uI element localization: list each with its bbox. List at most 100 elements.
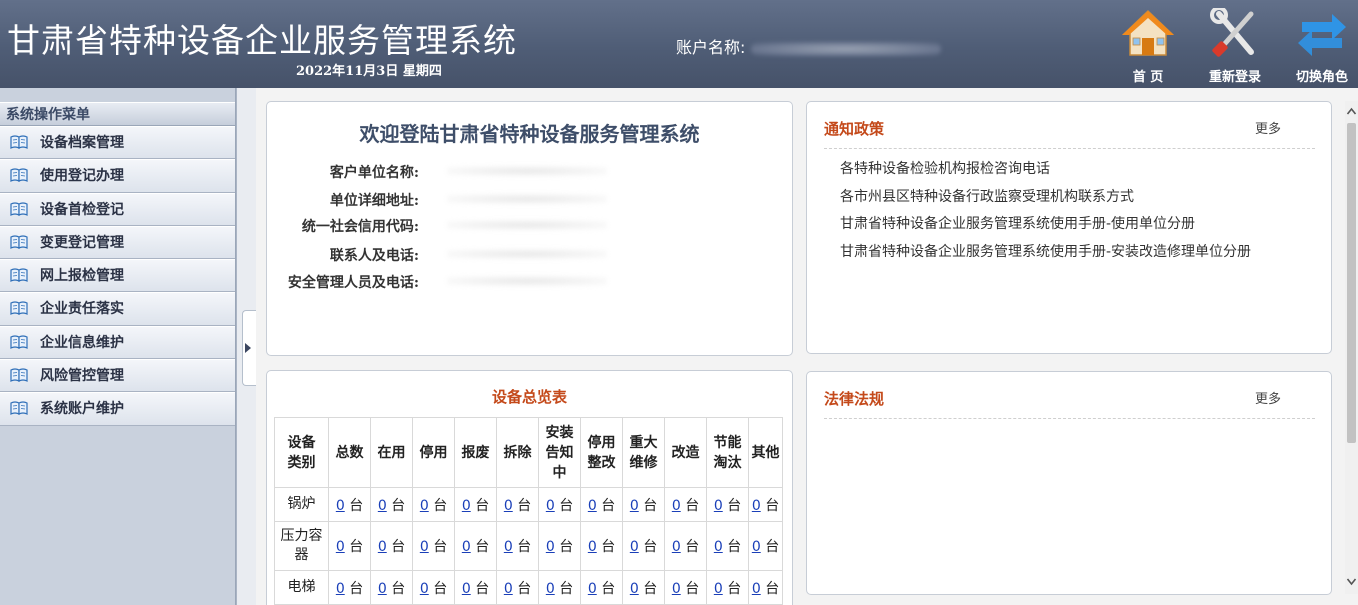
unit-label: 台 [475, 539, 490, 555]
customer-name-label: 客户单位名称: [329, 165, 419, 181]
book-icon [10, 168, 28, 183]
equipment-count-link[interactable]: 0 [752, 581, 761, 597]
equipment-count-link[interactable]: 0 [630, 539, 639, 555]
equipment-count-link[interactable]: 0 [546, 498, 555, 514]
equipment-count-cell: 0 台 [454, 570, 497, 605]
scroll-down-icon[interactable] [1346, 574, 1357, 588]
equipment-count-cell: 0 台 [706, 521, 749, 571]
table-row: 压力容器 0 台0 台0 台0 台0 台0 台0 台0 台0 台0 台0 台 [274, 521, 783, 571]
table-header-cell: 拆除 [496, 417, 539, 488]
equipment-count-link[interactable]: 0 [714, 581, 723, 597]
sidebar-menu-item[interactable]: 设备首检登记 [0, 192, 235, 226]
home-icon [1122, 9, 1174, 56]
sidebar-menu-item[interactable]: 系统账户维护 [0, 392, 235, 426]
equipment-count-cell: 0 台 [748, 521, 783, 571]
equipment-count-cell: 0 台 [412, 570, 455, 605]
equipment-count-link[interactable]: 0 [752, 498, 761, 514]
unit-label: 台 [349, 580, 364, 597]
law-more-link[interactable]: 更多 [1255, 388, 1281, 407]
equipment-count-cell: 0 台 [580, 521, 623, 571]
app-header: 甘肃省特种设备企业服务管理系统 2022年11月3日 星期四 账户名称: 首 页… [0, 0, 1358, 88]
unit-label: 台 [517, 539, 532, 555]
page-scrollbar[interactable] [1345, 101, 1358, 594]
equipment-count-link[interactable]: 0 [420, 539, 429, 555]
table-header-cell: 改造 [664, 417, 707, 488]
equipment-count-link[interactable]: 0 [378, 581, 387, 597]
sidebar-menu-item[interactable]: 设备档案管理 [0, 126, 235, 160]
equipment-count-cell: 0 台 [706, 487, 749, 522]
equipment-count-link[interactable]: 0 [672, 498, 681, 514]
equipment-count-link[interactable]: 0 [546, 581, 555, 597]
equipment-count-link[interactable]: 0 [420, 498, 429, 514]
equipment-count-link[interactable]: 0 [504, 539, 513, 555]
address-label: 单位详细地址: [329, 193, 419, 209]
equipment-count-link[interactable]: 0 [504, 581, 513, 597]
table-header-cell: 报废 [454, 417, 497, 488]
notice-item[interactable]: 各市州县区特种设备行政监察受理机构联系方式 [840, 188, 1251, 216]
equipment-count-link[interactable]: 0 [336, 498, 345, 514]
safety-manager-value-redacted [447, 276, 607, 286]
equipment-count-link[interactable]: 0 [714, 539, 723, 555]
divider [824, 418, 1315, 419]
equipment-count-cell: 0 台 [748, 487, 783, 522]
equipment-count-link[interactable]: 0 [420, 581, 429, 597]
notice-item[interactable]: 各特种设备检验机构报检咨询电话 [840, 160, 1251, 188]
equipment-count-cell: 0 台 [622, 487, 665, 522]
unit-label: 台 [727, 539, 742, 555]
sidebar: 系统操作菜单 设备档案管理使用登记办理 设备首检登记 变更登记管理网上报检管理企业责… [0, 88, 236, 605]
equipment-count-cell: 0 台 [454, 521, 497, 571]
equipment-count-link[interactable]: 0 [714, 498, 723, 514]
equipment-count-link[interactable]: 0 [378, 498, 387, 514]
sidebar-heading: 系统操作菜单 [0, 102, 235, 126]
home-button[interactable]: 首 页 [1113, 8, 1183, 85]
equipment-count-link[interactable]: 0 [504, 498, 513, 514]
welcome-title: 欢迎登陆甘肃省特种设备服务管理系统 [359, 122, 700, 146]
equipment-count-link[interactable]: 0 [752, 539, 761, 555]
equipment-count-link[interactable]: 0 [546, 539, 555, 555]
equipment-count-link[interactable]: 0 [462, 498, 471, 514]
table-header-cell: 节能 淘汰 [706, 417, 749, 488]
equipment-count-link[interactable]: 0 [336, 539, 345, 555]
book-icon [10, 335, 28, 349]
book-icon [10, 401, 28, 416]
equipment-count-link[interactable]: 0 [588, 581, 597, 597]
book-icon [10, 135, 28, 149]
equipment-count-link[interactable]: 0 [462, 539, 471, 555]
equipment-count-link[interactable]: 0 [462, 581, 471, 597]
equipment-count-link[interactable]: 0 [588, 498, 597, 514]
table-header-cell: 停用 整改 [580, 417, 623, 488]
sidebar-menu-label: 设备档案管理 [40, 135, 124, 151]
notice-item[interactable]: 甘肃省特种设备企业服务管理系统使用手册-使用单位分册 [840, 215, 1251, 243]
notice-item[interactable]: 甘肃省特种设备企业服务管理系统使用手册-安装改造修理单位分册 [840, 243, 1251, 271]
equipment-count-link[interactable]: 0 [588, 539, 597, 555]
tools-icon [1210, 6, 1254, 57]
notice-more-link[interactable]: 更多 [1255, 118, 1281, 137]
sidebar-menu-label: 企业信息维护 [40, 334, 124, 351]
law-panel: 法律法规 更多 [806, 371, 1332, 595]
sidebar-menu-item[interactable]: 使用登记办理 [0, 159, 235, 193]
sidebar-menu-label: 网上报检管理 [40, 268, 124, 285]
sidebar-menu-item[interactable]: 企业信息维护 [0, 325, 235, 360]
sidebar-collapse-handle[interactable] [242, 310, 256, 386]
relogin-button[interactable]: 重新登录 [1200, 6, 1270, 85]
equipment-count-link[interactable]: 0 [336, 581, 345, 597]
scroll-up-icon[interactable] [1346, 105, 1357, 119]
equipment-count-link[interactable]: 0 [672, 539, 681, 555]
sidebar-menu-item[interactable]: 风险管控管理 [0, 359, 235, 393]
equipment-count-link[interactable]: 0 [630, 498, 639, 514]
law-title: 法律法规 [824, 390, 885, 408]
sidebar-menu-item[interactable]: 企业责任落实 [0, 292, 235, 326]
scroll-thumb[interactable] [1347, 123, 1356, 443]
equipment-count-link[interactable]: 0 [672, 581, 681, 597]
book-icon [10, 268, 28, 283]
sidebar-menu-item[interactable]: 网上报检管理 [0, 259, 235, 293]
equipment-count-link[interactable]: 0 [378, 539, 387, 555]
unit-label: 台 [685, 580, 700, 597]
account-label: 账户名称: [676, 38, 746, 57]
unit-label: 台 [643, 539, 658, 555]
equipment-count-cell: 0 台 [496, 487, 539, 522]
sidebar-menu-item[interactable]: 变更登记管理 [0, 225, 235, 260]
switch-role-button[interactable]: 切换角色 [1287, 8, 1357, 85]
equipment-count-link[interactable]: 0 [630, 581, 639, 597]
equipment-count-cell: 0 台 [370, 570, 413, 605]
